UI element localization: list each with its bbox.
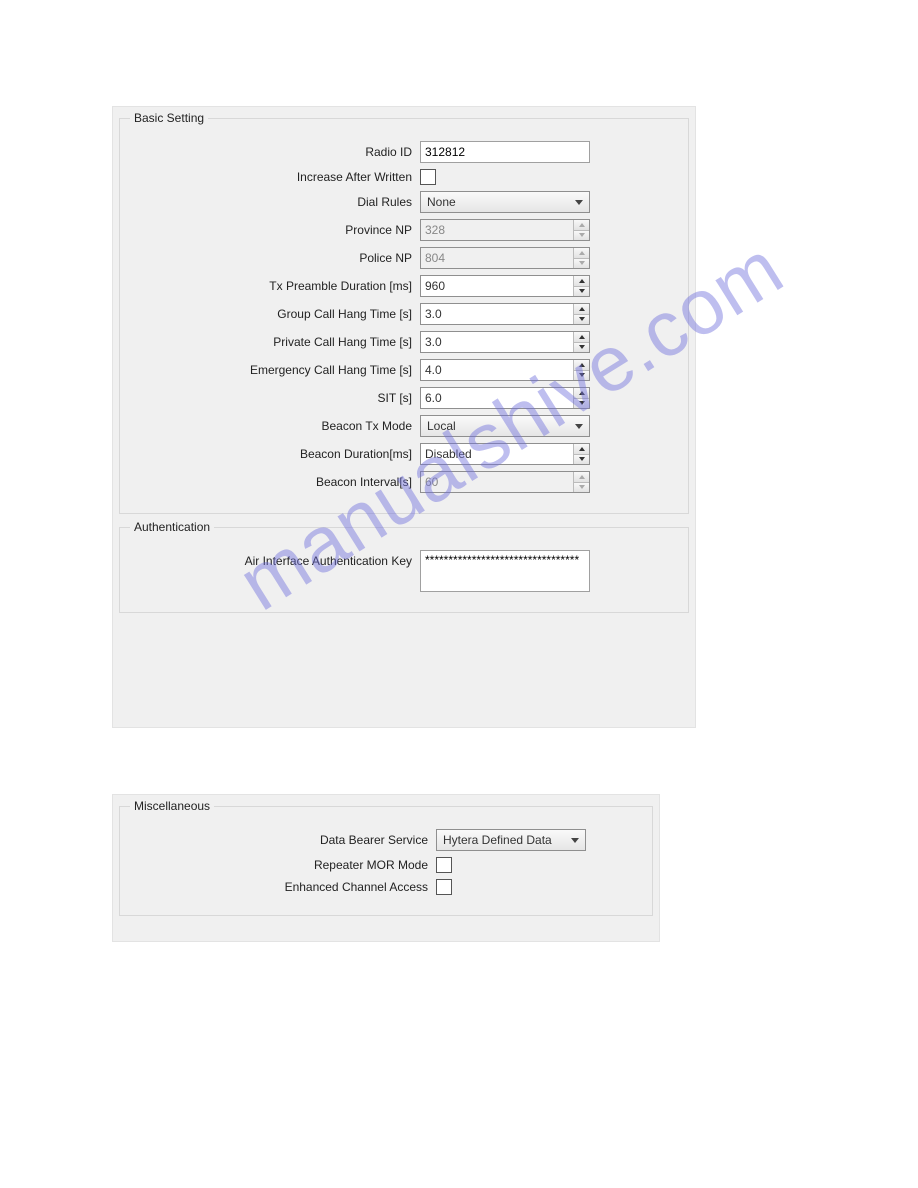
label-province-np: Province NP [130,223,420,237]
label-dial-rules: Dial Rules [130,195,420,209]
sit-spinner[interactable]: 6.0 [420,387,590,409]
chevron-down-icon [575,200,583,205]
tx-preamble-spinner[interactable]: 960 [420,275,590,297]
spinner-down-button [574,482,589,493]
label-increase-after-written: Increase After Written [130,170,420,184]
row-beacon-duration: Beacon Duration[ms] Disabled [130,443,678,465]
row-group-hang: Group Call Hang Time [s] 3.0 [130,303,678,325]
beacon-interval-value: 60 [421,472,573,492]
spinner-up-button [574,248,589,258]
police-np-value: 804 [421,248,573,268]
dial-rules-combo[interactable]: None [420,191,590,213]
label-repeater-mor: Repeater MOR Mode [130,858,436,872]
label-tx-preamble: Tx Preamble Duration [ms] [130,279,420,293]
row-province-np: Province NP 328 [130,219,678,241]
emergency-hang-spinner[interactable]: 4.0 [420,359,590,381]
spinner-down-button[interactable] [574,342,589,353]
row-private-hang: Private Call Hang Time [s] 3.0 [130,331,678,353]
basic-setting-group: Basic Setting Radio ID Increase After Wr… [119,111,689,514]
spinner-down-button[interactable] [574,286,589,297]
row-tx-preamble: Tx Preamble Duration [ms] 960 [130,275,678,297]
tx-preamble-value[interactable]: 960 [421,276,573,296]
label-sit: SIT [s] [130,391,420,405]
enhanced-channel-checkbox[interactable] [436,879,452,895]
increase-after-written-checkbox[interactable] [420,169,436,185]
air-key-input[interactable] [420,550,590,592]
misc-legend: Miscellaneous [130,799,214,813]
spinner-up-button[interactable] [574,388,589,398]
settings-panel-1: Basic Setting Radio ID Increase After Wr… [112,106,696,728]
label-data-bearer: Data Bearer Service [130,833,436,847]
spinner-up-button [574,472,589,482]
row-increase-after-written: Increase After Written [130,169,678,185]
sit-value[interactable]: 6.0 [421,388,573,408]
label-radio-id: Radio ID [130,145,420,159]
spinner-up-button[interactable] [574,332,589,342]
chevron-down-icon [571,838,579,843]
label-police-np: Police NP [130,251,420,265]
private-hang-spinner[interactable]: 3.0 [420,331,590,353]
beacon-duration-value[interactable]: Disabled [421,444,573,464]
spinner-up-button[interactable] [574,276,589,286]
emergency-hang-value[interactable]: 4.0 [421,360,573,380]
repeater-mor-checkbox[interactable] [436,857,452,873]
radio-id-input[interactable] [420,141,590,163]
group-hang-value[interactable]: 3.0 [421,304,573,324]
label-beacon-duration: Beacon Duration[ms] [130,447,420,461]
group-hang-spinner[interactable]: 3.0 [420,303,590,325]
row-enhanced-channel: Enhanced Channel Access [130,879,642,895]
chevron-down-icon [575,424,583,429]
spinner-up-button[interactable] [574,444,589,454]
label-beacon-tx-mode: Beacon Tx Mode [130,419,420,433]
basic-legend: Basic Setting [130,111,208,125]
row-dial-rules: Dial Rules None [130,191,678,213]
spinner-down-button[interactable] [574,398,589,409]
label-private-hang: Private Call Hang Time [s] [130,335,420,349]
row-radio-id: Radio ID [130,141,678,163]
authentication-group: Authentication Air Interface Authenticat… [119,520,689,613]
province-np-value: 328 [421,220,573,240]
row-beacon-interval: Beacon Interval[s] 60 [130,471,678,493]
settings-panel-2: Miscellaneous Data Bearer Service Hytera… [112,794,660,942]
beacon-duration-spinner[interactable]: Disabled [420,443,590,465]
spinner-down-button[interactable] [574,314,589,325]
row-repeater-mor: Repeater MOR Mode [130,857,642,873]
row-air-key: Air Interface Authentication Key [130,550,678,592]
label-air-key: Air Interface Authentication Key [130,550,420,568]
beacon-tx-mode-value: Local [427,419,456,433]
spinner-down-button[interactable] [574,370,589,381]
label-beacon-interval: Beacon Interval[s] [130,475,420,489]
data-bearer-value: Hytera Defined Data [443,833,552,847]
spinner-down-button [574,230,589,241]
label-group-hang: Group Call Hang Time [s] [130,307,420,321]
dial-rules-value: None [427,195,456,209]
beacon-tx-mode-combo[interactable]: Local [420,415,590,437]
miscellaneous-group: Miscellaneous Data Bearer Service Hytera… [119,799,653,916]
beacon-interval-spinner: 60 [420,471,590,493]
auth-legend: Authentication [130,520,214,534]
data-bearer-combo[interactable]: Hytera Defined Data [436,829,586,851]
police-np-spinner: 804 [420,247,590,269]
label-emergency-hang: Emergency Call Hang Time [s] [130,363,420,377]
row-beacon-tx-mode: Beacon Tx Mode Local [130,415,678,437]
spinner-down-button [574,258,589,269]
spinner-up-button [574,220,589,230]
spinner-up-button[interactable] [574,304,589,314]
private-hang-value[interactable]: 3.0 [421,332,573,352]
row-police-np: Police NP 804 [130,247,678,269]
spinner-down-button[interactable] [574,454,589,465]
row-sit: SIT [s] 6.0 [130,387,678,409]
row-emergency-hang: Emergency Call Hang Time [s] 4.0 [130,359,678,381]
spinner-up-button[interactable] [574,360,589,370]
province-np-spinner: 328 [420,219,590,241]
row-data-bearer: Data Bearer Service Hytera Defined Data [130,829,642,851]
label-enhanced-channel: Enhanced Channel Access [130,880,436,894]
